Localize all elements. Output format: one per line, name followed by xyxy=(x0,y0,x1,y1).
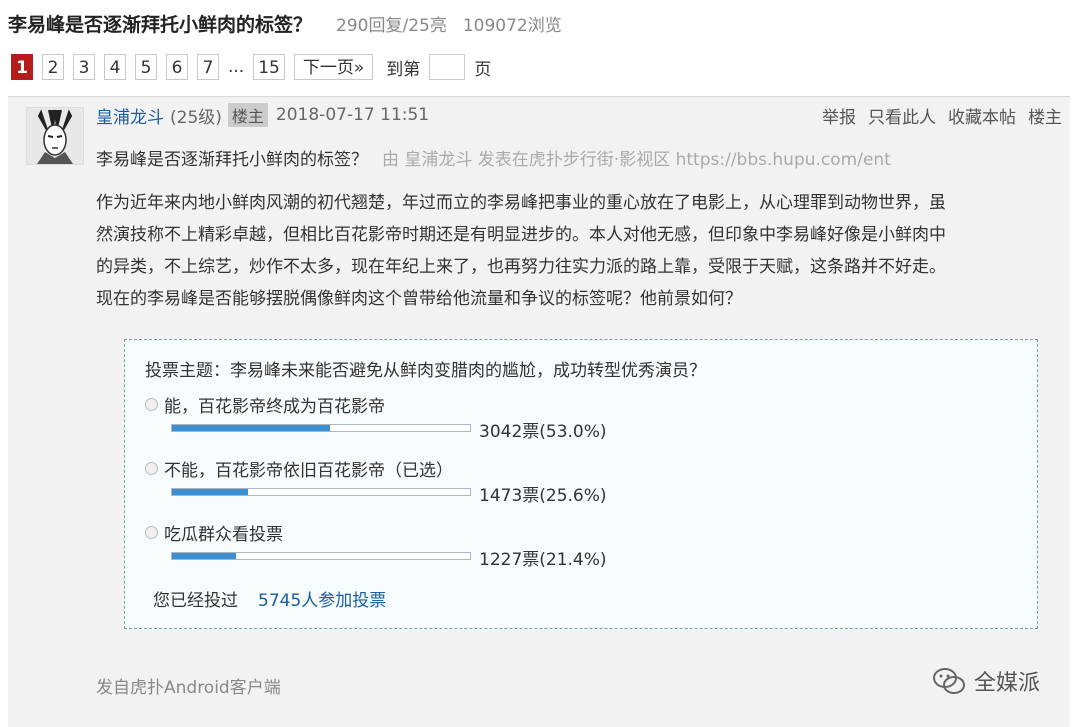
avatar-image xyxy=(27,108,83,164)
poll-result: 3042票(53.0%) xyxy=(479,422,607,442)
page-link-3[interactable]: 3 xyxy=(73,54,95,80)
page-link-last[interactable]: 15 xyxy=(253,54,285,80)
goto-page-input[interactable] xyxy=(429,54,466,80)
poll-bar-fill xyxy=(172,553,236,559)
page-link-4[interactable]: 4 xyxy=(104,54,126,80)
radio-icon[interactable] xyxy=(145,398,158,411)
poll-option-label: 能，百花影帝终成为百花影帝 xyxy=(164,397,385,417)
body-line: 作为近年来内地小鲜肉风潮的初代翘楚，年过而立的李易峰把事业的重心放在了电影上，从… xyxy=(96,193,946,213)
ref-meta: 由 皇浦龙斗 发表在虎扑步行街·影视区 https://bbs.hupu.com… xyxy=(382,150,891,170)
author-level: (25级) xyxy=(170,107,222,128)
participants-link[interactable]: 5745人参加投票 xyxy=(258,586,386,611)
floor-label: 楼主 xyxy=(1028,107,1062,128)
goto-label: 到第 xyxy=(386,59,421,80)
goto-suffix: 页 xyxy=(474,59,492,80)
post-header: 皇浦龙斗 (25级) 楼主 2018-07-17 11:51 举报 只看此人 收… xyxy=(96,101,1062,129)
thread-stats: 290回复/25亮 109072浏览 xyxy=(336,11,562,36)
wechat-icon xyxy=(932,668,965,694)
poll-option[interactable]: 吃瓜群众看投票 xyxy=(145,520,283,545)
page-link-6[interactable]: 6 xyxy=(166,54,188,80)
voted-status: 您已经投过 xyxy=(153,591,238,611)
poll-option[interactable]: 不能，百花影帝依旧百花影帝（已选） xyxy=(145,456,453,481)
favorite-link[interactable]: 收藏本帖 xyxy=(948,103,1016,128)
thread-page: 李易峰是否逐渐拜托小鲜肉的标签？ 290回复/25亮 109072浏览 1 2 … xyxy=(0,0,1080,727)
poll-bar-track xyxy=(171,552,471,560)
poll-topic: 投票主题：李易峰未来能否避免从鲜肉变腊肉的尴尬，成功转型优秀演员？ xyxy=(145,361,706,381)
pagination: 1 2 3 4 5 6 7 ... 15 下一页» 到第 页 xyxy=(11,54,491,80)
op-badge: 楼主 xyxy=(227,103,268,127)
post-body: 作为近年来内地小鲜肉风潮的初代翘楚，年过而立的李易峰把事业的重心放在了电影上，从… xyxy=(96,187,1056,315)
poll-bar-fill xyxy=(172,425,330,431)
post-time: 2018-07-17 11:51 xyxy=(275,105,430,125)
page-link-7[interactable]: 7 xyxy=(197,54,219,80)
body-line: 然演技称不上精彩卓越，但相比百花影帝时期还是有明显进步的。本人对他无感，但印象中… xyxy=(96,225,946,245)
ref-title: 李易峰是否逐渐拜托小鲜肉的标签？ xyxy=(96,150,368,170)
post-source: 发自虎扑Android客户端 xyxy=(96,678,281,698)
post-actions: 举报 只看此人 收藏本帖 楼主 xyxy=(822,103,1062,128)
post-card: 皇浦龙斗 (25级) 楼主 2018-07-17 11:51 举报 只看此人 收… xyxy=(8,96,1070,727)
report-link[interactable]: 举报 xyxy=(822,103,856,128)
poll-bar-track xyxy=(171,424,471,432)
watermark: 全媒派 xyxy=(932,665,1040,697)
poll-bar-track xyxy=(171,488,471,496)
poll-option-label: 吃瓜群众看投票 xyxy=(164,525,283,545)
poll-footer: 您已经投过 5745人参加投票 xyxy=(153,586,386,611)
poll-option[interactable]: 能，百花影帝终成为百花影帝 xyxy=(145,392,385,417)
view-count: 109072浏览 xyxy=(462,16,562,36)
body-line: 的异类，不上综艺，炒作不太多，现在年纪上来了，也再努力往实力派的路上靠，受限于天… xyxy=(96,257,946,277)
page-link-1[interactable]: 1 xyxy=(11,54,33,80)
thread-title-row: 李易峰是否逐渐拜托小鲜肉的标签？ 290回复/25亮 109072浏览 xyxy=(8,10,562,37)
next-page-button[interactable]: 下一页» xyxy=(293,54,374,80)
page-link-2[interactable]: 2 xyxy=(42,54,64,80)
post-reference: 李易峰是否逐渐拜托小鲜肉的标签？ 由 皇浦龙斗 发表在虎扑步行街·影视区 http… xyxy=(96,145,1062,170)
author-name[interactable]: 皇浦龙斗 xyxy=(96,103,164,128)
poll-bar-fill xyxy=(172,489,249,495)
reply-count: 290回复 xyxy=(336,16,403,36)
radio-icon[interactable] xyxy=(145,462,158,475)
pagination-ellipsis: ... xyxy=(228,57,245,77)
light-count: /25亮 xyxy=(402,16,447,36)
poll-result: 1227票(21.4%) xyxy=(479,550,607,570)
page-link-5[interactable]: 5 xyxy=(135,54,157,80)
thread-title: 李易峰是否逐渐拜托小鲜肉的标签？ xyxy=(8,14,313,36)
body-line: 现在的李易峰是否能够摆脱偶像鲜肉这个曾带给他流量和争议的标签呢？他前景如何？ xyxy=(96,289,742,309)
only-this-user-link[interactable]: 只看此人 xyxy=(868,103,936,128)
poll-result: 1473票(25.6%) xyxy=(479,486,607,506)
radio-icon[interactable] xyxy=(145,526,158,539)
watermark-text: 全媒派 xyxy=(973,671,1040,696)
poll-option-label: 不能，百花影帝依旧百花影帝（已选） xyxy=(164,461,453,481)
avatar[interactable] xyxy=(26,107,84,165)
poll-box: 投票主题：李易峰未来能否避免从鲜肉变腊肉的尴尬，成功转型优秀演员？ 能，百花影帝… xyxy=(124,339,1038,629)
